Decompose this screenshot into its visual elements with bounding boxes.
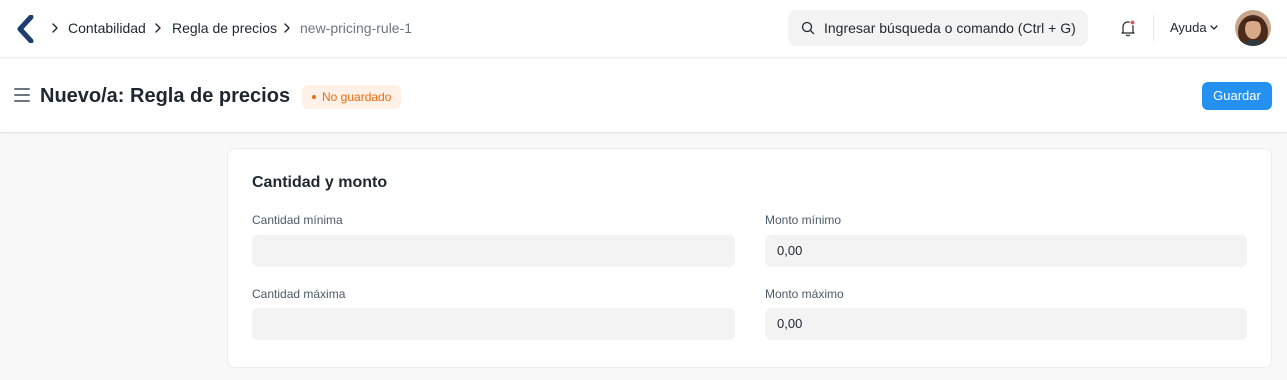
navbar-divider xyxy=(1153,15,1154,41)
section-title: Cantidad y monto xyxy=(252,174,388,191)
chevron-right-icon xyxy=(155,23,161,33)
form-section-card: Cantidad y monto Cantidad mínima Monto m… xyxy=(227,148,1272,368)
breadcrumb-current[interactable]: new-pricing-rule-1 xyxy=(300,19,412,37)
chevron-right-icon xyxy=(284,23,290,33)
search-bar[interactable]: Ingresar búsqueda o comando (Ctrl + G) xyxy=(788,10,1088,46)
sidebar-toggle-icon[interactable] xyxy=(14,88,30,102)
page-header: Nuevo/a: Regla de precios No guardado Gu… xyxy=(0,59,1287,133)
search-placeholder: Ingresar búsqueda o comando (Ctrl + G) xyxy=(824,20,1076,36)
save-button[interactable]: Guardar xyxy=(1202,82,1272,110)
help-menu[interactable]: Ayuda xyxy=(1170,20,1207,36)
min-amount-input[interactable]: 0,00 xyxy=(765,235,1247,267)
max-amount-label: Monto máximo xyxy=(765,287,844,301)
notification-bell-icon[interactable] xyxy=(1118,18,1138,38)
max-qty-label: Cantidad máxima xyxy=(252,287,346,301)
user-avatar[interactable] xyxy=(1235,10,1271,46)
chevron-right-icon xyxy=(52,23,58,33)
breadcrumb-regla-de-precios[interactable]: Regla de precios xyxy=(172,19,277,37)
page-title: Nuevo/a: Regla de precios xyxy=(40,85,291,107)
breadcrumb-contabilidad[interactable]: Contabilidad xyxy=(68,19,146,37)
max-amount-input[interactable]: 0,00 xyxy=(765,308,1247,340)
min-amount-label: Monto mínimo xyxy=(765,213,842,227)
min-qty-label: Cantidad mínima xyxy=(252,213,343,227)
app-logo-icon[interactable] xyxy=(14,15,36,43)
max-qty-input[interactable] xyxy=(252,308,735,340)
search-icon xyxy=(801,21,815,35)
status-badge: No guardado xyxy=(302,85,402,109)
navbar: Contabilidad Regla de precios new-pricin… xyxy=(0,0,1287,58)
min-qty-input[interactable] xyxy=(252,235,735,267)
chevron-down-icon[interactable] xyxy=(1209,24,1219,32)
